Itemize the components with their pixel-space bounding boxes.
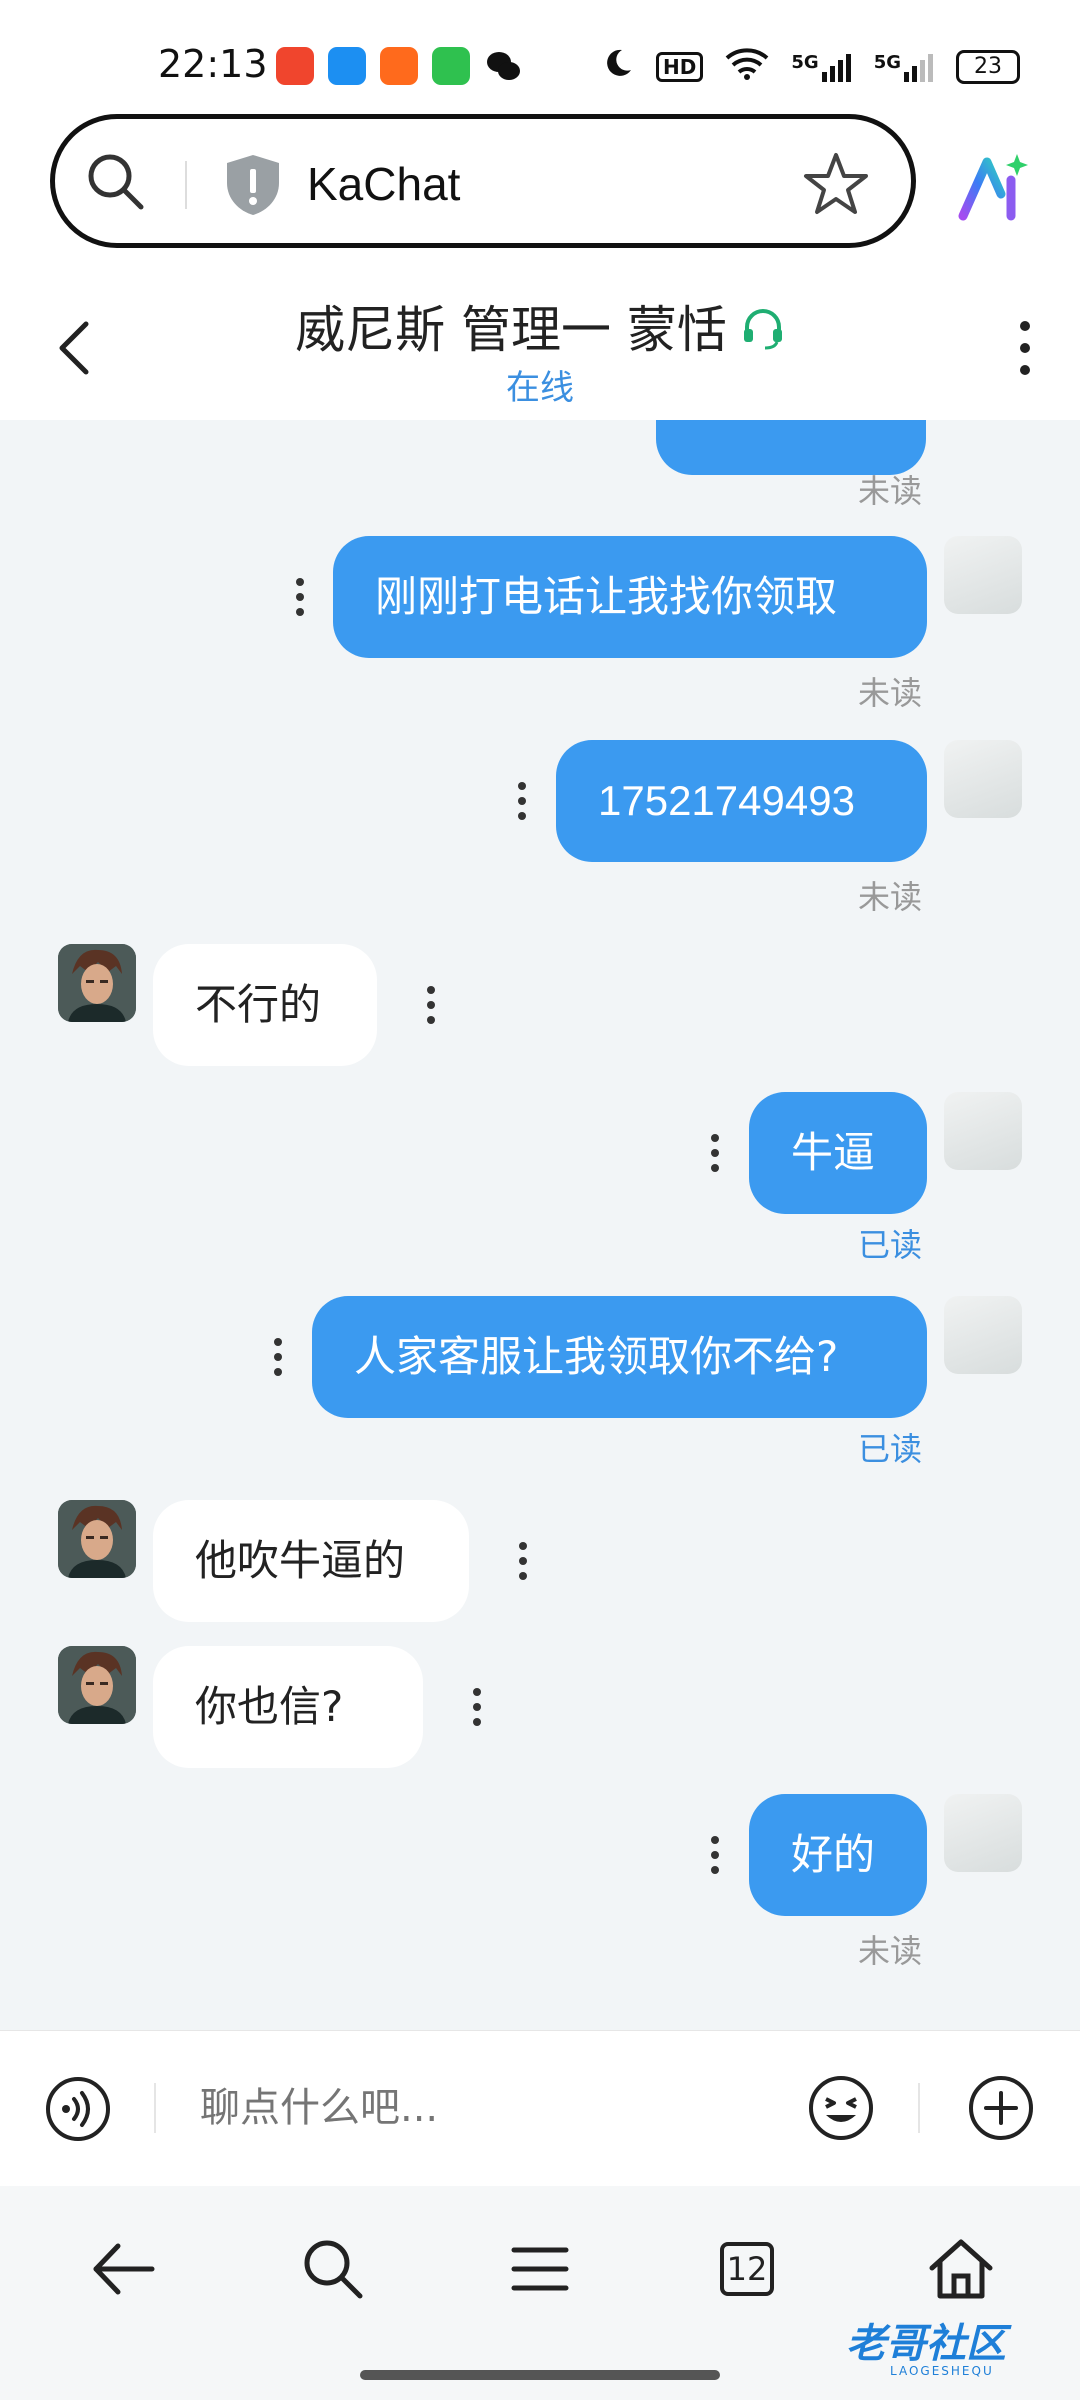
system-indicators: HD 5G 5G 23 (602, 46, 1020, 87)
my-avatar[interactable] (944, 1296, 1022, 1374)
my-avatar[interactable] (944, 536, 1022, 614)
message-bubble-incoming[interactable]: 不行的 (153, 944, 377, 1066)
message-options-icon[interactable] (519, 1542, 529, 1587)
contact-avatar[interactable] (58, 944, 136, 1022)
address-bar[interactable]: KaChat (50, 114, 916, 248)
message-options-icon[interactable] (518, 782, 528, 827)
signal-5g-icon-1: 5G (791, 52, 851, 82)
bookmark-star-icon[interactable] (803, 151, 869, 221)
hd-voice-badge: HD (656, 51, 704, 82)
contact-avatar[interactable] (58, 1500, 136, 1578)
ai-assistant-icon[interactable] (955, 150, 1031, 230)
message-options-icon[interactable] (473, 1688, 483, 1733)
kuaishou-app-icon (380, 47, 418, 85)
message-bubble-incoming[interactable]: 他吹牛逼的 (153, 1500, 469, 1622)
phone-app-icon (432, 47, 470, 85)
message-bubble-outgoing[interactable]: 人家客服让我领取你不给? (312, 1296, 927, 1418)
read-status: 未读 (858, 1932, 923, 1970)
message-options-icon[interactable] (711, 1836, 721, 1881)
contact-avatar[interactable] (58, 1646, 136, 1724)
message-bubble-outgoing[interactable]: 刚刚打电话让我找你领取 (333, 536, 927, 658)
wechat-app-icon (484, 47, 522, 85)
site-watermark: 老哥社区 (846, 2321, 1006, 2367)
message-options-icon[interactable] (296, 578, 306, 623)
search-nav-icon[interactable] (300, 2236, 366, 2306)
wifi-icon (725, 46, 769, 87)
chat-title: 威尼斯 管理一 蒙恬 (0, 290, 1080, 363)
moon-icon (602, 47, 634, 86)
read-status: 未读 (858, 878, 923, 916)
add-attachment-icon[interactable] (966, 2073, 1036, 2147)
contact-name: 威尼斯 管理一 蒙恬 (295, 301, 727, 359)
message-bubble-incoming[interactable]: 你也信? (153, 1646, 423, 1768)
message-options-icon[interactable] (427, 986, 437, 1031)
message-input-bar (0, 2030, 1080, 2186)
search-icon[interactable] (83, 149, 149, 219)
clock: 22:13 (158, 42, 268, 86)
more-options-icon[interactable] (1018, 318, 1032, 382)
shield-warning-icon[interactable] (223, 153, 283, 221)
address-divider (185, 161, 187, 209)
home-icon[interactable] (926, 2236, 996, 2306)
site-watermark-sub: LAOGESHEQU (890, 2364, 994, 2378)
browser-app-icon (328, 47, 366, 85)
my-avatar[interactable] (944, 1794, 1022, 1872)
read-status: 已读 (858, 1430, 923, 1468)
url-text[interactable]: KaChat (307, 157, 460, 211)
battery-indicator: 23 (956, 49, 1020, 84)
read-status: 已读 (858, 1226, 923, 1264)
gesture-home-bar[interactable] (360, 2370, 720, 2380)
video-app-icon (276, 47, 314, 85)
headset-icon (741, 305, 785, 363)
message-options-icon[interactable] (274, 1338, 284, 1383)
message-bubble-outgoing[interactable]: 牛逼 (749, 1092, 927, 1214)
message-options-icon[interactable] (711, 1134, 721, 1179)
presence-status: 在线 (506, 368, 574, 408)
input-divider (154, 2083, 156, 2133)
menu-icon[interactable] (508, 2236, 572, 2306)
input-divider (918, 2083, 920, 2133)
back-nav-icon[interactable] (88, 2236, 158, 2306)
emoji-icon[interactable] (806, 2073, 876, 2147)
browser-bottom-nav: 12 老哥社区 LAOGESHEQU (0, 2186, 1080, 2400)
status-bar: 22:13 HD 5G 5G 23 (0, 0, 1080, 110)
message-bubble-outgoing[interactable]: 好的 (749, 1794, 927, 1916)
message-input[interactable] (200, 2085, 780, 2131)
tabs-counter-button[interactable]: 12 (720, 2242, 774, 2296)
read-status: 未读 (858, 674, 923, 712)
chat-header: 威尼斯 管理一 蒙恬 在线 (0, 270, 1080, 420)
message-bubble-outgoing[interactable]: 17521749493 (556, 740, 927, 862)
my-avatar[interactable] (944, 1092, 1022, 1170)
voice-input-icon[interactable] (44, 2075, 112, 2147)
read-status: 未读 (858, 472, 923, 510)
message-list[interactable]: 未读 刚刚打电话让我找你领取 未读 17521749493 未读 不行的 牛逼 … (0, 420, 1080, 2030)
my-avatar[interactable] (944, 740, 1022, 818)
signal-5g-icon-2: 5G (874, 52, 934, 82)
